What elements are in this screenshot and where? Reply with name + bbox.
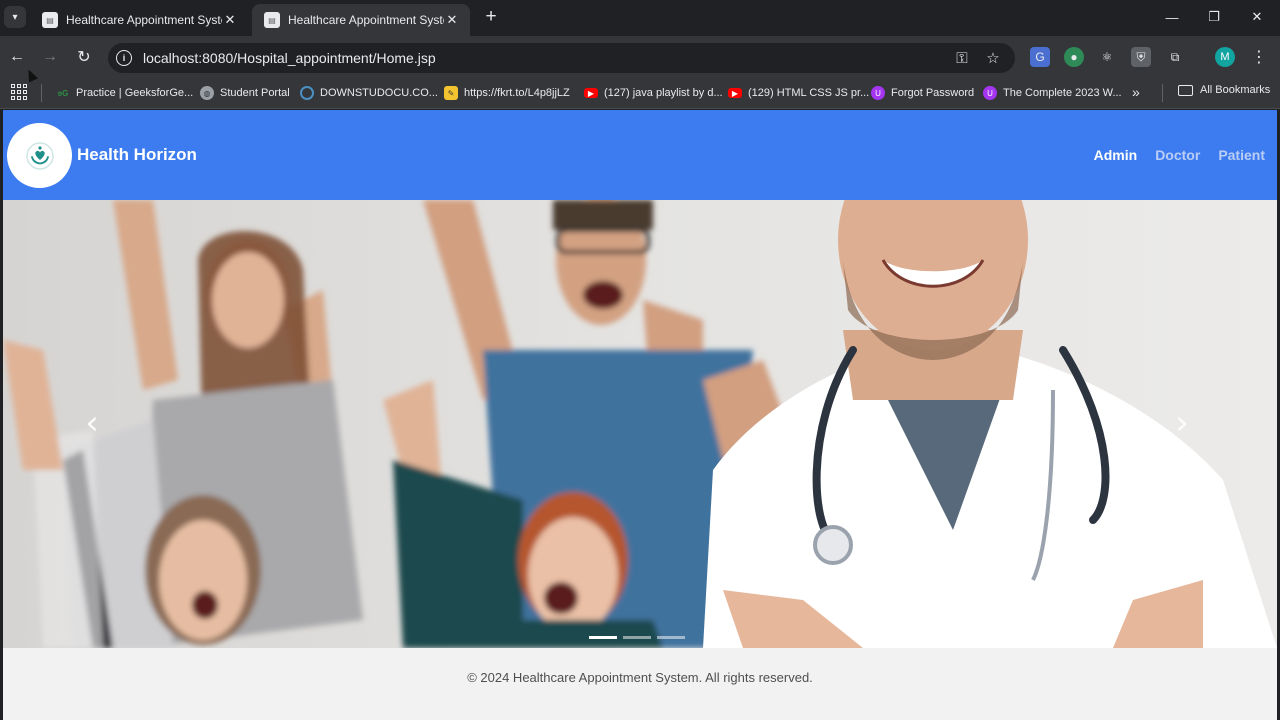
page-favicon-icon: ▤ xyxy=(42,12,58,28)
bookmark-item[interactable]: ▶ (129) HTML CSS JS pr... xyxy=(728,84,869,102)
udemy-icon: U xyxy=(871,86,885,100)
tab-strip: ▾ ▤ Healthcare Appointment System ✕ ▤ He… xyxy=(0,0,1280,36)
site-footer: © 2024 Healthcare Appointment System. Al… xyxy=(3,648,1277,720)
youtube-icon: ▶ xyxy=(728,88,742,98)
browser-tab-1[interactable]: ▤ Healthcare Appointment System ✕ xyxy=(30,4,248,36)
all-bookmarks-label: All Bookmarks xyxy=(1200,84,1271,96)
carousel-prev-icon[interactable]: ‹ xyxy=(77,405,107,443)
carousel-indicators xyxy=(589,636,685,639)
hero-carousel: ‹ › xyxy=(3,200,1277,648)
site-brand-name[interactable]: Health Horizon xyxy=(77,145,197,165)
heart-hands-logo-icon xyxy=(25,141,54,170)
nav-link-admin[interactable]: Admin xyxy=(1094,147,1138,163)
tab-close-icon[interactable]: ✕ xyxy=(444,12,460,28)
google-translate-extension-icon[interactable]: G xyxy=(1030,47,1050,67)
bookmark-item[interactable]: ɘG Practice | GeeksforGe... xyxy=(56,84,194,102)
new-tab-plus-icon[interactable]: + xyxy=(480,7,502,29)
tab-search-chevron-icon[interactable]: ▾ xyxy=(4,6,26,28)
apps-grid-icon[interactable] xyxy=(11,84,27,100)
carousel-indicator[interactable] xyxy=(657,636,685,639)
browser-tab-2[interactable]: ▤ Healthcare Appointment System ✕ xyxy=(252,4,470,36)
bookmark-item[interactable]: ▶ (127) java playlist by d... xyxy=(584,84,723,102)
password-key-icon[interactable]: ⚿ xyxy=(952,48,972,68)
forward-arrow-icon[interactable]: → xyxy=(38,45,62,69)
main-nav: Admin Doctor Patient xyxy=(1094,147,1265,163)
address-bar[interactable]: i localhost:8080/Hospital_appointment/Ho… xyxy=(108,43,1015,73)
copyright-text: © 2024 Healthcare Appointment System. Al… xyxy=(467,670,813,685)
close-window-icon[interactable]: ✕ xyxy=(1242,5,1272,29)
gfg-icon: ɘG xyxy=(57,88,69,98)
tab-title: Healthcare Appointment System xyxy=(288,13,444,27)
bookmark-label: https://fkrt.to/L4p8jjLZ xyxy=(464,87,570,99)
carousel-indicator[interactable] xyxy=(623,636,651,639)
carousel-next-icon[interactable]: › xyxy=(1167,405,1197,443)
hero-image xyxy=(3,200,1277,648)
bookmark-star-icon[interactable]: ☆ xyxy=(983,48,1003,68)
bookmark-item[interactable]: DOWNSTUDOCU.CO... xyxy=(300,84,438,102)
minimize-icon[interactable]: — xyxy=(1157,5,1187,29)
bookmarks-bar: ɘG Practice | GeeksforGe... ◍ Student Po… xyxy=(0,78,1280,109)
extension-icon[interactable]: ● xyxy=(1064,47,1084,67)
page-favicon-icon: ▤ xyxy=(264,12,280,28)
react-devtools-icon[interactable]: ⚛ xyxy=(1097,47,1117,67)
site-info-icon[interactable]: i xyxy=(116,50,132,66)
bookmark-label: Student Portal xyxy=(220,87,290,99)
reload-icon[interactable]: ↻ xyxy=(72,45,96,69)
profile-avatar[interactable]: M xyxy=(1215,47,1235,67)
bookmark-label: (129) HTML CSS JS pr... xyxy=(748,87,870,99)
tab-close-icon[interactable]: ✕ xyxy=(222,12,238,28)
udemy-icon: U xyxy=(983,86,997,100)
url-text[interactable]: localhost:8080/Hospital_appointment/Home… xyxy=(143,50,436,66)
site-header: Health Horizon Admin Doctor Patient xyxy=(3,110,1277,200)
nav-link-patient[interactable]: Patient xyxy=(1218,147,1265,163)
restore-icon[interactable]: ❐ xyxy=(1199,5,1229,29)
bookmark-item[interactable]: U Forgot Password xyxy=(871,84,974,102)
bookmark-item[interactable]: ✎ https://fkrt.to/L4p8jjLZ xyxy=(444,84,570,102)
all-bookmarks-button[interactable]: All Bookmarks xyxy=(1178,84,1270,96)
browser-menu-icon[interactable]: ⋮ xyxy=(1250,47,1268,67)
bookmarks-divider xyxy=(41,84,42,102)
carousel-indicator[interactable] xyxy=(589,636,617,639)
bookmark-label: Forgot Password xyxy=(891,87,975,99)
bookmark-label: The Complete 2023 W... xyxy=(1003,87,1122,99)
sticky-note-icon: ✎ xyxy=(444,86,458,100)
bookmark-label: DOWNSTUDOCU.CO... xyxy=(320,87,438,99)
studocu-icon xyxy=(300,86,314,100)
bookmark-item[interactable]: U The Complete 2023 W... xyxy=(983,84,1122,102)
tab-title: Healthcare Appointment System xyxy=(66,13,222,27)
back-arrow-icon[interactable]: ← xyxy=(5,45,29,69)
bookmark-label: (127) java playlist by d... xyxy=(604,87,723,99)
page-viewport: Health Horizon Admin Doctor Patient ‹ › … xyxy=(3,110,1277,720)
bookmark-label: Practice | GeeksforGe... xyxy=(76,87,194,99)
site-logo[interactable] xyxy=(7,123,72,188)
bookmark-item[interactable]: ◍ Student Portal xyxy=(200,84,290,102)
more-bookmarks-chevron-icon[interactable]: » xyxy=(1132,84,1140,100)
youtube-icon: ▶ xyxy=(584,88,598,98)
extensions-puzzle-icon[interactable]: ⧉ xyxy=(1165,47,1185,67)
nav-link-doctor[interactable]: Doctor xyxy=(1155,147,1200,163)
shield-extension-icon[interactable]: ⛨ xyxy=(1131,47,1151,67)
bookmarks-divider xyxy=(1162,84,1163,102)
globe-icon: ◍ xyxy=(200,86,214,100)
folder-icon xyxy=(1178,84,1193,96)
